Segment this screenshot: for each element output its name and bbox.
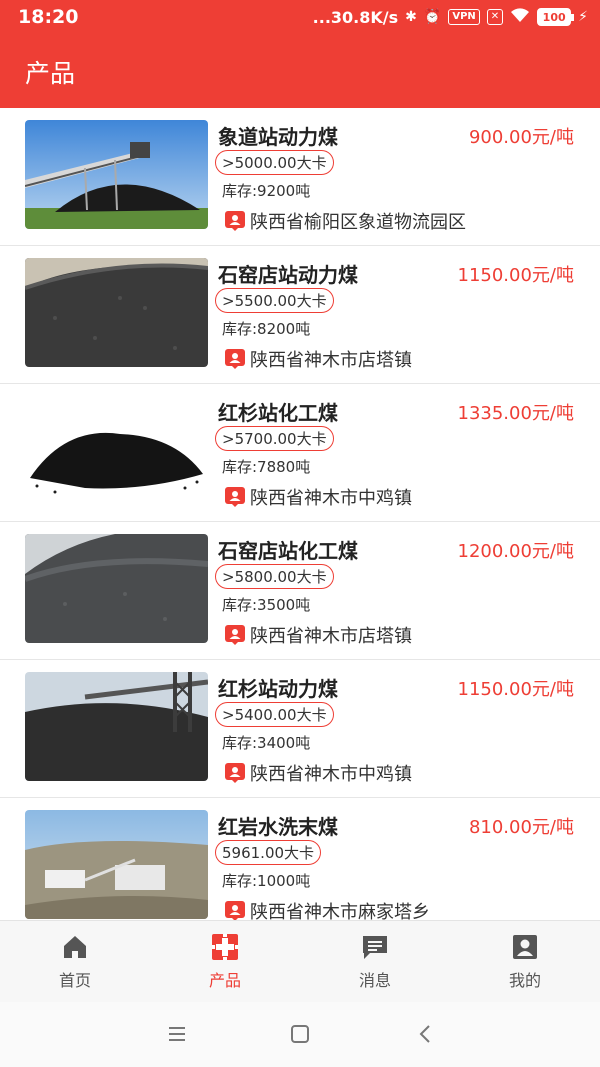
product-name: 石窑店站化工煤 <box>218 539 358 563</box>
location-pin-icon <box>225 625 245 645</box>
product-card[interactable]: 红杉站动力煤 1150.00元/吨 >5400.00大卡 库存:3400吨 陕西… <box>0 660 600 798</box>
page-title: 产品 <box>25 59 76 88</box>
product-name: 象道站动力煤 <box>218 125 338 149</box>
tab-home[interactable]: 首页 <box>0 921 150 1002</box>
bottom-tab-bar: 首页 产品 消息 我的 <box>0 920 600 1002</box>
calorie-badge: >5700.00大卡 <box>215 426 334 451</box>
tab-products[interactable]: 产品 <box>150 921 300 1002</box>
message-icon <box>363 936 387 959</box>
coal-pile-photo <box>25 258 208 367</box>
product-card[interactable]: 红岩水洗末煤 810.00元/吨 5961.00大卡 库存:1000吨 陕西省神… <box>0 798 600 920</box>
location-pin-icon <box>225 349 245 369</box>
calorie-badge: >5500.00大卡 <box>215 288 334 313</box>
product-name: 石窑店站动力煤 <box>218 263 358 287</box>
product-price: 1150.00元/吨 <box>457 679 575 700</box>
menu-icon[interactable] <box>165 1022 189 1046</box>
network-speed: ...30.8K/s <box>312 7 399 27</box>
product-price: 1200.00元/吨 <box>457 541 575 562</box>
coal-pile-photo <box>25 534 208 643</box>
product-location: 陕西省榆阳区象道物流园区 <box>225 208 466 234</box>
product-stock: 库存:8200吨 <box>222 320 311 338</box>
coal-yard-photo <box>25 672 208 781</box>
location-text: 陕西省神木市店塔镇 <box>250 350 412 371</box>
calorie-badge: 5961.00大卡 <box>215 840 322 865</box>
calorie-badge: >5400.00大卡 <box>215 702 334 727</box>
vpn-badge: VPN <box>448 9 480 25</box>
product-card[interactable]: 红杉站化工煤 1335.00元/吨 >5700.00大卡 库存:7880吨 陕西… <box>0 384 600 522</box>
product-location: 陕西省神木市店塔镇 <box>225 346 412 372</box>
home-button-icon[interactable] <box>288 1022 312 1046</box>
coal-heap-white-bg-photo <box>25 396 208 505</box>
tab-messages[interactable]: 消息 <box>300 921 450 1002</box>
product-price: 810.00元/吨 <box>468 817 574 838</box>
product-location: 陕西省神木市中鸡镇 <box>225 484 412 510</box>
coal-plant-aerial-photo <box>25 810 208 919</box>
products-icon <box>212 934 238 960</box>
coal-conveyor-photo <box>25 120 208 229</box>
home-icon <box>64 936 86 958</box>
tab-label: 产品 <box>208 971 241 990</box>
product-location: 陕西省神木市中鸡镇 <box>225 760 412 786</box>
product-price: 900.00元/吨 <box>468 127 574 148</box>
charging-icon: ⚡ <box>578 9 588 25</box>
tab-label: 首页 <box>58 971 91 990</box>
app-header: 产品 <box>0 36 600 108</box>
calorie-badge: >5800.00大卡 <box>215 564 334 589</box>
tab-profile[interactable]: 我的 <box>450 921 600 1002</box>
location-text: 陕西省神木市中鸡镇 <box>250 764 412 785</box>
sim-icon: ✕ <box>486 9 504 25</box>
product-name: 红杉站动力煤 <box>218 677 338 701</box>
system-nav-bar <box>0 1002 600 1067</box>
product-card[interactable]: 石窑店站化工煤 1200.00元/吨 >5800.00大卡 库存:3500吨 陕… <box>0 522 600 660</box>
tab-label: 我的 <box>508 971 541 990</box>
calorie-badge: >5000.00大卡 <box>215 150 334 175</box>
location-text: 陕西省神木市店塔镇 <box>250 626 412 647</box>
location-text: 陕西省榆阳区象道物流园区 <box>250 212 466 233</box>
product-name: 红杉站化工煤 <box>218 401 338 425</box>
product-location: 陕西省神木市麻家塔乡 <box>225 898 430 920</box>
battery-icon: 100 <box>537 8 575 26</box>
location-pin-icon <box>225 487 245 507</box>
location-pin-icon <box>225 901 245 920</box>
status-time: 18:20 <box>18 6 79 28</box>
product-stock: 库存:3400吨 <box>222 734 311 752</box>
location-pin-icon <box>225 211 245 231</box>
product-stock: 库存:1000吨 <box>222 872 311 890</box>
status-icons: ...30.8K/s ✱ ⏰ VPN ✕ 100 ⚡ <box>313 7 588 27</box>
product-list[interactable]: 象道站动力煤 900.00元/吨 >5000.00大卡 库存:9200吨 陕西省… <box>0 108 600 920</box>
bluetooth-icon: ✱ <box>405 9 417 25</box>
location-text: 陕西省神木市麻家塔乡 <box>250 902 430 920</box>
tab-label: 消息 <box>358 971 391 990</box>
product-stock: 库存:3500吨 <box>222 596 311 614</box>
back-icon[interactable] <box>414 1022 438 1046</box>
product-stock: 库存:9200吨 <box>222 182 311 200</box>
alarm-off-icon: ⏰ <box>423 9 442 25</box>
product-card[interactable]: 象道站动力煤 900.00元/吨 >5000.00大卡 库存:9200吨 陕西省… <box>0 108 600 246</box>
product-name: 红岩水洗末煤 <box>218 815 338 839</box>
product-stock: 库存:7880吨 <box>222 458 311 476</box>
wifi-icon <box>510 7 530 27</box>
product-price: 1335.00元/吨 <box>457 403 575 424</box>
location-pin-icon <box>225 763 245 783</box>
product-price: 1150.00元/吨 <box>457 265 575 286</box>
profile-icon <box>513 935 537 959</box>
status-bar: 18:20 ...30.8K/s ✱ ⏰ VPN ✕ 100 ⚡ <box>0 0 600 36</box>
product-location: 陕西省神木市店塔镇 <box>225 622 412 648</box>
location-text: 陕西省神木市中鸡镇 <box>250 488 412 509</box>
product-card[interactable]: 石窑店站动力煤 1150.00元/吨 >5500.00大卡 库存:8200吨 陕… <box>0 246 600 384</box>
